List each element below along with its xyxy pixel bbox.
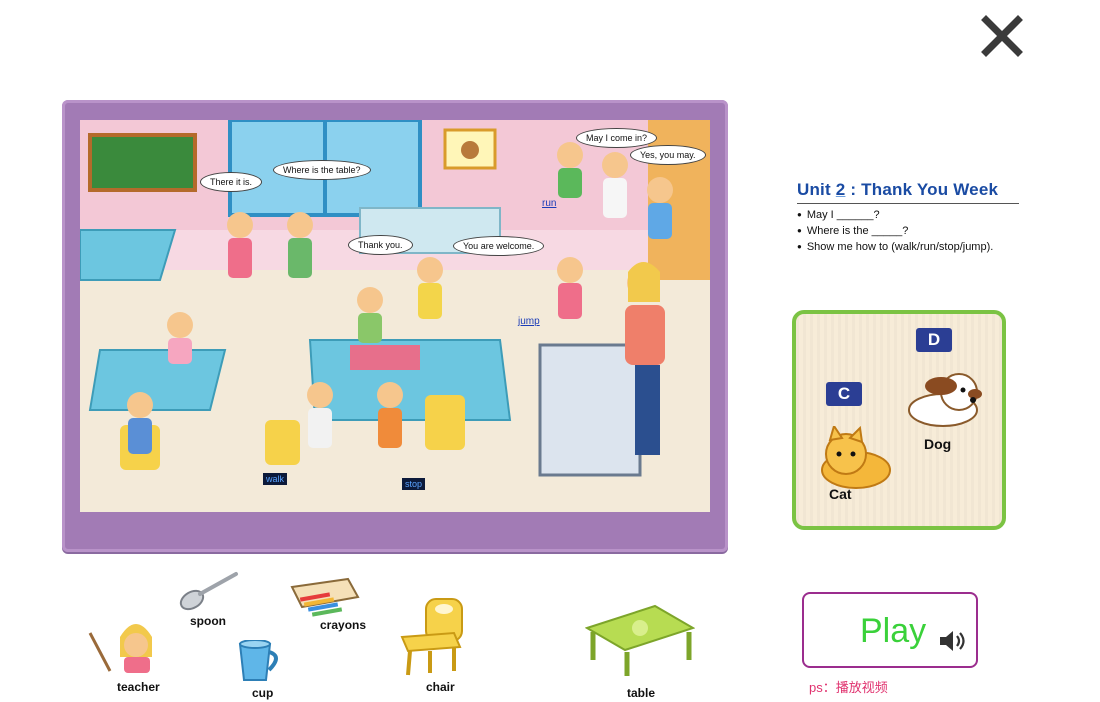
unit-prefix: Unit [797,180,831,199]
vocab-label-chair: chair [426,680,455,694]
action-tag-jump[interactable]: jump [518,316,540,327]
crayons-icon [290,577,360,617]
vocab-chair[interactable] [396,597,468,677]
close-button[interactable] [980,14,1024,58]
speaker-icon [940,631,965,651]
dog-icon[interactable] [901,366,986,436]
title-divider [797,203,1019,204]
unit-title-text: : Thank You Week [850,180,999,199]
vocab-label-table: table [627,686,656,700]
cat-label: Cat [829,486,852,502]
cat-icon[interactable] [816,426,896,492]
spoon-icon [179,572,238,611]
cup-icon [238,640,278,681]
action-tag-stop[interactable]: stop [402,478,426,490]
bubble-where-table: Where is the table? [273,160,371,180]
vocab-crayons[interactable] [290,577,360,617]
vocab-teacher[interactable] [88,615,168,675]
dog-label: Dog [924,436,952,452]
chair-icon [400,598,463,676]
vocab-label-crayons: crayons [320,618,367,632]
vocab-label-teacher: teacher [117,680,160,694]
scene-illustration: There it is. Where is the table? May I c… [80,120,710,512]
classroom-illustration [80,120,710,512]
info-line-2: Where is the _____? [797,225,1019,237]
unit-number: 2 [835,180,846,199]
letter-card: D C Dog Cat [792,310,1006,530]
vocab-cup[interactable] [236,640,286,684]
vocab-table[interactable] [585,604,695,678]
vocab-label-spoon: spoon [190,614,226,628]
bubble-there-it-is: There it is. [200,172,263,192]
letter-c-badge[interactable]: C [826,382,862,406]
action-tag-run[interactable]: run [542,198,556,209]
letter-d-badge[interactable]: D [916,328,952,352]
close-icon [981,15,1023,57]
teacher-icon [88,624,152,673]
bubble-welcome: You are welcome. [453,236,545,256]
vocab-spoon[interactable] [176,568,240,614]
bubble-thank-you: Thank you. [348,235,413,255]
bubble-yes-you-may: Yes, you may. [630,145,706,165]
info-line-1: May I ______? [797,209,1019,221]
ps-note: ps：播放视频 [809,680,888,695]
info-line-3: Show me how to (walk/run/stop/jump). [797,241,1019,253]
unit-info-panel: Unit 2 : Thank You Week May I ______? Wh… [797,180,1019,253]
classroom-scene: There it is. Where is the table? May I c… [62,100,728,552]
play-button[interactable]: Play [802,592,978,668]
bubble-may-come-in: May I come in? [576,128,658,148]
table-icon [585,604,695,676]
action-tag-walk[interactable]: walk [263,473,288,485]
vocab-label-cup: cup [252,686,274,700]
play-label: Play [860,612,927,650]
unit-title: Unit 2 : Thank You Week [797,180,1019,200]
